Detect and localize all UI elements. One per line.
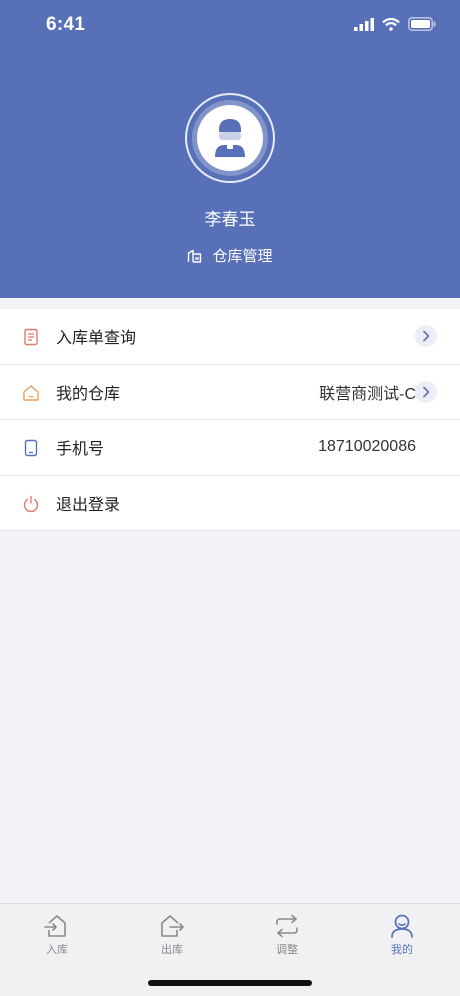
adjust-icon	[276, 914, 298, 938]
user-role: 仓库管理	[0, 245, 460, 266]
tab-inbound[interactable]: 入库	[17, 914, 97, 957]
menu-item-phone[interactable]: 手机号 18710020086	[0, 420, 460, 476]
menu-item-inbound-query[interactable]: 入库单查询	[0, 309, 460, 365]
menu-item-label: 退出登录	[56, 496, 121, 514]
outbound-icon	[161, 915, 184, 937]
tab-label: 我的	[391, 944, 413, 956]
chevron-right-icon	[415, 380, 437, 403]
battery-icon	[408, 17, 436, 31]
avatar[interactable]	[185, 93, 275, 183]
tab-adjust[interactable]: 调整	[247, 914, 327, 957]
menu-item-logout[interactable]: 退出登录	[0, 476, 460, 531]
tab-label: 调整	[276, 944, 298, 956]
menu-item-label: 我的仓库	[56, 385, 121, 403]
user-icon	[391, 914, 413, 938]
avatar-circle	[197, 105, 263, 171]
wifi-icon	[382, 17, 400, 31]
inbound-icon	[44, 915, 66, 937]
building-icon	[188, 249, 202, 263]
menu-item-label: 手机号	[56, 441, 105, 459]
house-icon	[23, 384, 39, 401]
warehouse-value: 联营商测试-C	[319, 385, 416, 403]
document-icon	[24, 328, 38, 346]
tab-mine[interactable]: 我的	[362, 914, 442, 957]
menu-item-my-warehouse[interactable]: 我的仓库 联营商测试-C	[0, 365, 460, 420]
status-bar: 6:41	[0, 0, 460, 52]
user-role-label: 仓库管理	[212, 248, 273, 265]
home-indicator	[148, 980, 312, 986]
menu-item-label: 入库单查询	[56, 330, 137, 348]
chevron-right-icon	[415, 325, 437, 348]
cellular-signal-icon	[354, 17, 374, 31]
tab-label: 入库	[46, 944, 68, 956]
status-icons	[354, 17, 436, 31]
user-name: 李春玉	[204, 210, 256, 229]
phone-value: 18710020086	[318, 438, 416, 456]
tab-label: 出库	[161, 944, 183, 956]
status-time: 6:41	[46, 14, 86, 35]
power-icon	[23, 495, 39, 512]
settings-menu: 入库单查询 我的仓库 联营商测试-C 手机号 18710020086 退出登录	[0, 309, 460, 531]
phone-icon	[24, 439, 38, 457]
tab-outbound[interactable]: 出库	[132, 914, 212, 957]
user-avatar-icon	[215, 119, 245, 157]
profile-header: 6:41 李春玉 仓库管理	[0, 0, 460, 298]
